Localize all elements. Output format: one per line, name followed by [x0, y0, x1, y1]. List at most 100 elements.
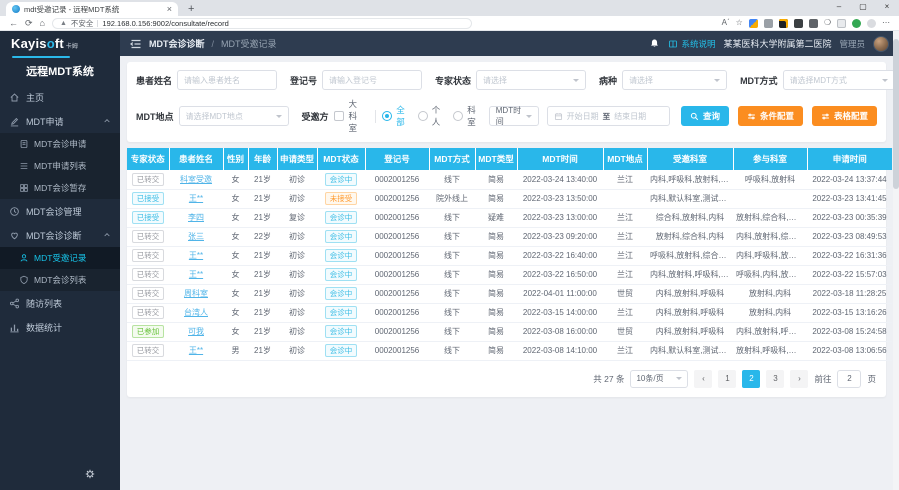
extension-icon[interactable] [749, 19, 758, 28]
collapse-menu-icon[interactable] [130, 38, 142, 50]
tab-close-icon[interactable]: × [167, 5, 172, 14]
patient-link[interactable]: 王** [189, 194, 203, 203]
mdt-mode-cell: 线下 [429, 170, 475, 189]
maximize-button[interactable]: ▢ [851, 0, 875, 13]
invited-depts-cell: 内科,放射科,呼吸科 [647, 284, 733, 303]
user-avatar[interactable] [873, 36, 889, 52]
prev-page-button[interactable]: ‹ [694, 370, 712, 388]
user-role[interactable]: 管理员 [839, 38, 865, 50]
mdt-status-cell: 会诊中 [317, 170, 365, 189]
party-radio-all[interactable]: 全部 [382, 104, 408, 128]
mdt-status-tag: 会诊中 [325, 325, 358, 339]
sidebar-item-mdt-consult-list[interactable]: MDT会诊列表 [0, 269, 120, 291]
extension-icon[interactable] [779, 19, 788, 28]
profile-avatar-icon[interactable] [867, 19, 876, 28]
more-menu-icon[interactable]: ⋯ [882, 19, 890, 27]
patient-link[interactable]: 张三 [188, 232, 204, 241]
page-scrollbar[interactable] [893, 31, 899, 490]
sidebar: Kayisoft 卡姆 远程MDT系统 主页 MDT申请 MDT会诊申请 [0, 31, 120, 490]
reg-no-cell: 0002001256 [365, 170, 429, 189]
patient-link[interactable]: 台湾人 [184, 308, 208, 317]
extension-icon[interactable] [794, 19, 803, 28]
breadcrumb-root[interactable]: MDT会诊诊断 [149, 37, 205, 50]
search-button[interactable]: 查询 [681, 106, 729, 126]
settings-gear-button[interactable] [84, 467, 96, 485]
mdt-place-select[interactable]: 请选择MDT地点 [179, 106, 289, 126]
home-nav-icon[interactable]: ⌂ [40, 19, 45, 28]
refresh-icon[interactable]: ⟳ [25, 19, 33, 28]
sidebar-item-statistics[interactable]: 数据统计 [0, 315, 120, 339]
sidebar-item-mdt-manage[interactable]: MDT会诊管理 [0, 199, 120, 223]
page-button-3[interactable]: 3 [766, 370, 784, 388]
minimize-button[interactable]: – [827, 0, 851, 13]
url-bar[interactable]: ▲ 不安全 192.168.0.156:9002/consultate/reco… [52, 18, 472, 29]
table-row: 已接受李四女21岁复诊会诊中0002001256线下疑难2022-03-23 1… [127, 208, 892, 227]
column-header: 性别 [223, 148, 248, 170]
scrollbar-thumb[interactable] [893, 39, 899, 189]
extension-icon[interactable] [809, 19, 818, 28]
new-tab-button[interactable]: + [188, 2, 194, 16]
mdt-time-cell: 2022-03-24 13:40:00 [517, 170, 603, 189]
age-cell: 21岁 [248, 341, 277, 360]
expert-status-select[interactable]: 请选择 [476, 70, 586, 90]
sidebar-item-mdt-apply-list[interactable]: MDT申请列表 [0, 155, 120, 177]
read-aloud-icon[interactable]: Aˊ [722, 19, 730, 27]
page-button-1[interactable]: 1 [718, 370, 736, 388]
chevron-down-icon [276, 115, 282, 118]
sidebar-item-mdt-apply[interactable]: MDT申请 [0, 109, 120, 133]
split-screen-icon[interactable] [837, 19, 846, 28]
browser-essentials-icon[interactable] [852, 19, 861, 28]
mdt-status-tag: 会诊中 [325, 211, 358, 225]
apply-type-cell: 初诊 [277, 189, 317, 208]
sidebar-item-home[interactable]: 主页 [0, 85, 120, 109]
patient-link[interactable]: 李四 [188, 213, 204, 222]
sidebar-item-mdt-diagnosis[interactable]: MDT会诊诊断 [0, 223, 120, 247]
favorites-star-icon[interactable]: ☆ [736, 19, 743, 27]
patient-link[interactable]: 周科室 [184, 289, 208, 298]
sidebar-item-followup-list[interactable]: 随访列表 [0, 291, 120, 315]
time-type-select[interactable]: MDT时间 [489, 106, 539, 126]
next-page-button[interactable]: › [790, 370, 808, 388]
close-button[interactable]: × [875, 0, 899, 13]
disease-select[interactable]: 请选择 [622, 70, 727, 90]
apply-type-cell: 初诊 [277, 284, 317, 303]
sidebar-item-mdt-apply-new[interactable]: MDT会诊申请 [0, 133, 120, 155]
mdt-status-cell: 会诊中 [317, 265, 365, 284]
mdt-mode-select[interactable]: 请选择MDT方式 [783, 70, 895, 90]
reg-no-input[interactable]: 请输入登记号 [322, 70, 422, 90]
mdt-mode-cell: 线下 [429, 284, 475, 303]
browser-tab[interactable]: mdt受邀记录 - 远程MDT系统 × [6, 2, 178, 16]
patient-link[interactable]: 科室受邀 [180, 175, 212, 184]
patient-link[interactable]: 可我 [188, 327, 204, 336]
goto-page-input[interactable]: 2 [837, 370, 861, 388]
page-button-2-current[interactable]: 2 [742, 370, 760, 388]
back-icon[interactable]: ← [9, 19, 18, 28]
system-help-link[interactable]: 系统说明 [668, 38, 715, 50]
sidebar-menu: 主页 MDT申请 MDT会诊申请 MDT申请列表 MDT会诊暂存 [0, 85, 120, 339]
collections-icon[interactable]: ❍ [824, 19, 831, 27]
dept-group-checkbox[interactable] [334, 111, 344, 121]
column-header: 申请时间 [807, 148, 892, 170]
mdt-place-cell: 兰江 [603, 208, 647, 227]
mdt-type-cell: 简易 [475, 265, 517, 284]
table-config-button[interactable]: 表格配置 [812, 106, 877, 126]
reg-no-cell: 0002001256 [365, 246, 429, 265]
extension-icon[interactable] [764, 19, 773, 28]
logo-underline [12, 56, 70, 58]
party-radio-dept[interactable]: 科室 [453, 104, 479, 128]
patient-link[interactable]: 王** [189, 346, 203, 355]
patient-link[interactable]: 王** [189, 251, 203, 260]
sidebar-item-mdt-draft[interactable]: MDT会诊暂存 [0, 177, 120, 199]
condition-config-button[interactable]: 条件配置 [738, 106, 803, 126]
dept-group-checkbox-label[interactable]: 大科室 [349, 98, 364, 134]
patient-name-input[interactable]: 请输入患者姓名 [177, 70, 277, 90]
page-size-select[interactable]: 10条/页 [630, 370, 688, 388]
date-range-input[interactable]: 开始日期 至 结束日期 [547, 106, 670, 126]
expert-status-tag: 已转交 [132, 268, 165, 282]
chevron-down-icon [573, 79, 579, 82]
patient-link[interactable]: 王** [189, 270, 203, 279]
bell-icon[interactable] [649, 38, 660, 49]
party-radio-personal[interactable]: 个人 [418, 104, 444, 128]
table-row: 已转交王**男21岁初诊会诊中0002001256线下简易2022-03-08 … [127, 341, 892, 360]
sidebar-item-mdt-invite-records[interactable]: MDT受邀记录 [0, 247, 120, 269]
